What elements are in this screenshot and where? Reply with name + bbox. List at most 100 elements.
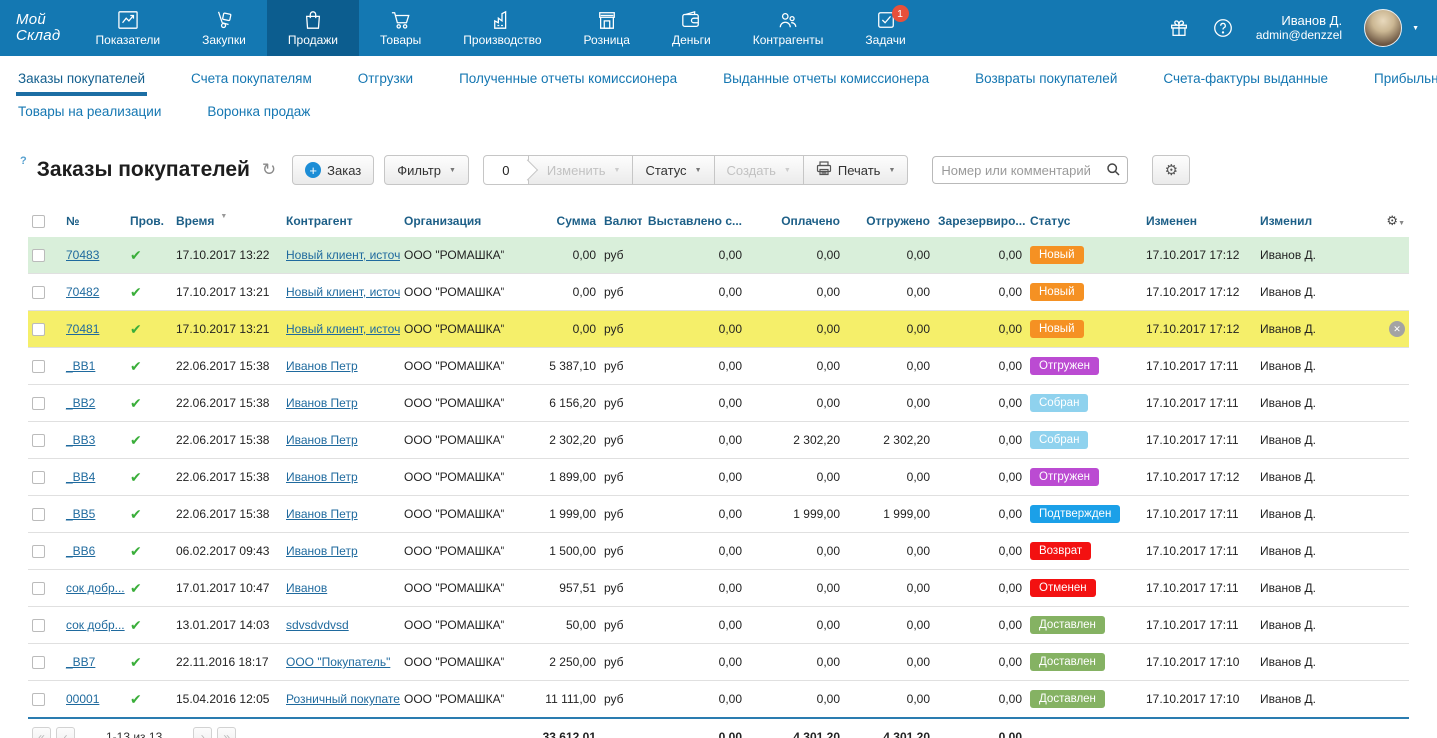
search-input[interactable] [932, 156, 1128, 184]
table-row[interactable]: 00001✔15.04.2016 12:05Розничный покупате… [28, 681, 1409, 719]
status-badge[interactable]: Новый [1030, 320, 1084, 338]
row-checkbox[interactable] [32, 360, 45, 373]
nav-item-retail[interactable]: Розница [563, 0, 651, 56]
counterparty-link[interactable]: Розничный покупате... [286, 692, 400, 706]
order-number-link[interactable]: _ВВ1 [66, 359, 95, 373]
filter-button[interactable]: Фильтр ▼ [384, 155, 469, 185]
app-logo[interactable]: Мой Склад [0, 0, 75, 56]
close-icon[interactable]: ✕ [1389, 321, 1405, 337]
row-checkbox[interactable] [32, 693, 45, 706]
nav-item-indicators[interactable]: Показатели [75, 0, 182, 56]
header-time[interactable]: Время▼ [172, 205, 282, 237]
chevron-down-icon[interactable]: ▼ [1412, 25, 1419, 32]
nav-item-purchases[interactable]: Закупки [181, 0, 267, 56]
counterparty-link[interactable]: Иванов [286, 581, 327, 595]
row-checkbox[interactable] [32, 249, 45, 262]
row-checkbox[interactable] [32, 619, 45, 632]
order-number-link[interactable]: сок добр... [66, 581, 125, 595]
tab-goods-on-consignment[interactable]: Товары на реализации [16, 98, 163, 131]
page-help-icon[interactable]: ? [20, 155, 27, 167]
nav-item-sales[interactable]: Продажи [267, 0, 359, 56]
help-icon[interactable] [1212, 17, 1234, 39]
nav-item-tasks[interactable]: Задачи 1 [844, 0, 926, 56]
status-badge[interactable]: Новый [1030, 283, 1084, 301]
counterparty-link[interactable]: ООО "Покупатель" [286, 655, 390, 669]
status-button[interactable]: Статус ▼ [632, 155, 714, 185]
status-badge[interactable]: Собран [1030, 431, 1088, 449]
row-checkbox[interactable] [32, 323, 45, 336]
order-number-link[interactable]: _ВВ7 [66, 655, 95, 669]
status-badge[interactable]: Отменен [1030, 579, 1096, 597]
table-row[interactable]: 70482✔17.10.2017 13:21Новый клиент, исто… [28, 274, 1409, 311]
table-row[interactable]: сок добр...✔13.01.2017 14:03sdvsdvdvsdОО… [28, 607, 1409, 644]
counterparty-link[interactable]: Иванов Петр [286, 470, 358, 484]
counterparty-link[interactable]: Иванов Петр [286, 433, 358, 447]
create-button[interactable]: Создать ▼ [714, 155, 804, 185]
header-organization[interactable]: Организация [400, 205, 504, 237]
header-number[interactable]: № [62, 205, 126, 237]
status-badge[interactable]: Доставлен [1030, 616, 1105, 634]
search-icon[interactable] [1106, 162, 1121, 182]
counterparty-link[interactable]: Иванов Петр [286, 359, 358, 373]
order-number-link[interactable]: 00001 [66, 692, 99, 706]
row-checkbox[interactable] [32, 656, 45, 669]
counterparty-link[interactable]: Новый клиент, источ... [286, 322, 400, 336]
tab-customer-invoices[interactable]: Счета покупателям [189, 56, 314, 98]
header-invoiced[interactable]: Выставлено с... [642, 205, 746, 237]
print-button[interactable]: Печать ▼ [803, 155, 909, 185]
user-avatar[interactable] [1364, 9, 1402, 47]
row-checkbox[interactable] [32, 545, 45, 558]
refresh-icon[interactable]: ↻ [262, 160, 276, 180]
header-changed[interactable]: Изменен [1142, 205, 1256, 237]
tab-profitability[interactable]: Прибыльность [1372, 56, 1437, 98]
column-settings-gear-icon[interactable]: ⚙▼ [1354, 205, 1409, 237]
header-reserved[interactable]: Зарезервиро... [934, 205, 1026, 237]
select-all-checkbox[interactable] [32, 215, 45, 228]
table-row[interactable]: _ВВ7✔22.11.2016 18:17ООО "Покупатель"ООО… [28, 644, 1409, 681]
tab-customer-orders[interactable]: Заказы покупателей [16, 56, 147, 98]
edit-button[interactable]: Изменить ▼ [528, 155, 634, 185]
header-paid[interactable]: Оплачено [746, 205, 844, 237]
settings-gear-button[interactable]: ⚙ [1152, 155, 1190, 185]
user-menu[interactable]: Иванов Д. admin@denzzel [1256, 13, 1342, 43]
table-row[interactable]: _ВВ1✔22.06.2017 15:38Иванов ПетрООО "РОМ… [28, 348, 1409, 385]
prev-page-button[interactable]: ‹ [56, 727, 75, 738]
counterparty-link[interactable]: Иванов Петр [286, 507, 358, 521]
tab-issued-vat-invoices[interactable]: Счета-фактуры выданные [1161, 56, 1330, 98]
nav-item-counterparties[interactable]: Контрагенты [732, 0, 845, 56]
last-page-button[interactable]: » [217, 727, 236, 738]
order-number-link[interactable]: _ВВ4 [66, 470, 95, 484]
order-number-link[interactable]: 70483 [66, 248, 99, 262]
table-row[interactable]: _ВВ2✔22.06.2017 15:38Иванов ПетрООО "РОМ… [28, 385, 1409, 422]
row-checkbox[interactable] [32, 434, 45, 447]
order-number-link[interactable]: _ВВ6 [66, 544, 95, 558]
order-number-link[interactable]: _ВВ3 [66, 433, 95, 447]
order-number-link[interactable]: сок добр... [66, 618, 125, 632]
status-badge[interactable]: Отгружен [1030, 468, 1099, 486]
status-badge[interactable]: Собран [1030, 394, 1088, 412]
row-checkbox[interactable] [32, 508, 45, 521]
status-badge[interactable]: Отгружен [1030, 357, 1099, 375]
gift-icon[interactable] [1168, 17, 1190, 39]
counterparty-link[interactable]: Иванов Петр [286, 544, 358, 558]
next-page-button[interactable]: › [193, 727, 212, 738]
table-row[interactable]: сок добр...✔17.01.2017 10:47ИвановООО "Р… [28, 570, 1409, 607]
tab-received-commission-reports[interactable]: Полученные отчеты комиссионера [457, 56, 679, 98]
table-row[interactable]: _ВВ6✔06.02.2017 09:43Иванов ПетрООО "РОМ… [28, 533, 1409, 570]
tab-shipments[interactable]: Отгрузки [356, 56, 415, 98]
table-row[interactable]: 70483✔17.10.2017 13:22Новый клиент, исто… [28, 237, 1409, 274]
tab-customer-returns[interactable]: Возвраты покупателей [973, 56, 1119, 98]
nav-item-goods[interactable]: Товары [359, 0, 442, 56]
tab-issued-commission-reports[interactable]: Выданные отчеты комиссионера [721, 56, 931, 98]
counterparty-link[interactable]: Новый клиент, источ... [286, 285, 400, 299]
status-badge[interactable]: Возврат [1030, 542, 1091, 560]
counterparty-link[interactable]: Новый клиент, источ... [286, 248, 400, 262]
order-number-link[interactable]: 70481 [66, 322, 99, 336]
header-counterparty[interactable]: Контрагент [282, 205, 400, 237]
header-status[interactable]: Статус [1026, 205, 1142, 237]
status-badge[interactable]: Новый [1030, 246, 1084, 264]
row-checkbox[interactable] [32, 471, 45, 484]
new-order-button[interactable]: + Заказ [292, 155, 374, 185]
first-page-button[interactable]: « [32, 727, 51, 738]
row-checkbox[interactable] [32, 582, 45, 595]
